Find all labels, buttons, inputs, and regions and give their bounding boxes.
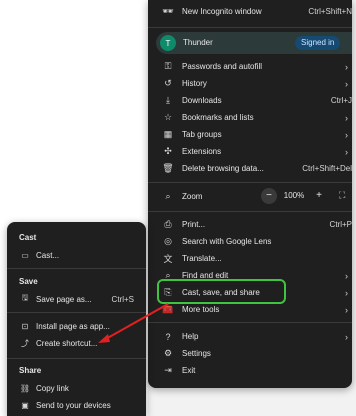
submenu-item-label: Save page as... — [36, 294, 92, 304]
menu-item-label: Translate... — [182, 254, 222, 263]
chevron-right-icon: › — [345, 78, 348, 89]
menu-item-delete-browsing-data[interactable]: 🗑 Delete browsing data... Ctrl+Shift+Del — [148, 160, 352, 177]
menu-item-label: Delete browsing data... — [182, 164, 264, 173]
section-header-cast: Cast — [19, 233, 37, 242]
menu-item-extensions[interactable]: ✣ Extensions › — [148, 143, 352, 160]
save-icon: 🖫 — [21, 293, 29, 302]
menu-item-label: History — [182, 79, 207, 88]
menu-item-label: Passwords and autofill — [182, 62, 263, 71]
link-icon: ⛓ — [19, 383, 31, 393]
submenu-item-save-page[interactable]: 🖫 Save page as... Ctrl+S — [7, 291, 146, 307]
submenu-item-label: Install page as app... — [36, 321, 110, 331]
exit-icon: ⇥ — [164, 365, 172, 375]
signed-in-badge: Signed in — [295, 36, 341, 50]
menu-item-exit[interactable]: ⇥ Exit — [148, 362, 352, 379]
submenu-divider — [7, 268, 146, 269]
section-header-share: Share — [19, 366, 42, 375]
submenu-item-label: Cast... — [36, 250, 60, 260]
history-icon: ↺ — [164, 78, 172, 88]
section-header-save: Save — [19, 277, 38, 286]
tools-icon: 🧰 — [162, 304, 174, 314]
menu-item-tab-groups[interactable]: ▦ Tab groups › — [148, 126, 352, 143]
menu-item-label: Downloads — [182, 96, 222, 105]
profile-name: Thunder — [183, 38, 213, 47]
translate-icon: 文 — [163, 254, 173, 264]
star-icon: ☆ — [163, 112, 173, 122]
menu-item-label: Bookmarks and lists — [182, 113, 254, 122]
submenu-item-label: Copy link — [36, 383, 69, 393]
menu-item-label: New Incognito window — [182, 7, 262, 16]
incognito-icon: 🕶 — [162, 6, 174, 16]
menu-item-bookmarks[interactable]: ☆ Bookmarks and lists › — [148, 109, 352, 126]
chevron-right-icon: › — [345, 331, 348, 342]
zoom-level: 100% — [283, 191, 305, 200]
chrome-main-menu: 🕶 New Incognito window Ctrl+Shift+N T Th… — [148, 0, 352, 388]
menu-item-help[interactable]: ? Help › — [148, 328, 352, 345]
menu-item-downloads[interactable]: ⤓ Downloads Ctrl+J — [148, 92, 352, 109]
shortcut-icon: ⤴ — [21, 338, 29, 348]
zoom-icon: ⌕ — [165, 191, 171, 201]
highlight-box — [157, 279, 286, 304]
chevron-right-icon: › — [345, 287, 348, 298]
submenu-item-shortcut: Ctrl+S — [111, 294, 134, 304]
menu-item-shortcut: Ctrl+P — [329, 220, 352, 229]
submenu-divider — [7, 358, 146, 359]
menu-item-shortcut: Ctrl+Shift+N — [308, 7, 352, 16]
menu-divider — [148, 27, 352, 28]
install-icon: ⊡ — [21, 321, 29, 331]
chevron-right-icon: › — [345, 129, 348, 140]
menu-item-print[interactable]: ⎙ Print... Ctrl+P — [148, 216, 352, 233]
menu-item-shortcut: Ctrl+Shift+Del — [302, 164, 352, 173]
fullscreen-icon[interactable]: ⛶ — [339, 190, 345, 201]
menu-divider — [148, 211, 352, 212]
download-icon: ⤓ — [166, 95, 170, 105]
submenu-divider — [7, 312, 146, 313]
chevron-right-icon: › — [345, 270, 348, 281]
submenu-item-create-shortcut[interactable]: ⤴ Create shortcut... — [7, 335, 146, 351]
printer-icon: ⎙ — [164, 219, 172, 229]
lens-icon: ◎ — [164, 236, 172, 246]
avatar: T — [160, 35, 176, 51]
submenu-item-send-to-devices[interactable]: ▣ Send to your devices — [7, 397, 146, 413]
help-icon: ? — [165, 331, 171, 342]
menu-item-label: Settings — [182, 349, 211, 358]
submenu-item-install-app[interactable]: ⊡ Install page as app... — [7, 318, 146, 334]
chevron-right-icon: › — [345, 112, 348, 123]
zoom-out-button[interactable]: − — [261, 188, 277, 204]
submenu-item-label: Send to your devices — [36, 400, 111, 410]
menu-item-label: Exit — [182, 366, 196, 375]
menu-item-label: Print... — [182, 220, 206, 229]
gear-icon: ⚙ — [163, 348, 173, 358]
chevron-right-icon: › — [345, 146, 348, 157]
menu-item-translate[interactable]: 文 Translate... — [148, 250, 352, 267]
menu-item-label: More tools — [182, 305, 220, 314]
menu-item-google-lens[interactable]: ◎ Search with Google Lens — [148, 233, 352, 250]
chevron-right-icon: › — [345, 61, 348, 72]
cast-save-share-submenu: Cast ▭ Cast... Save 🖫 Save page as... Ct… — [7, 222, 146, 416]
menu-item-label: Tab groups — [182, 130, 222, 139]
menu-item-label: Search with Google Lens — [182, 237, 272, 246]
menu-item-new-incognito[interactable]: 🕶 New Incognito window Ctrl+Shift+N — [148, 3, 352, 20]
zoom-label: Zoom — [182, 192, 203, 201]
menu-divider — [148, 322, 352, 323]
puzzle-icon: ✣ — [164, 146, 172, 156]
key-icon: ⚿ — [164, 61, 172, 71]
tab-groups-icon: ▦ — [163, 129, 173, 139]
cast-icon: ▭ — [21, 250, 29, 260]
zoom-in-button[interactable]: + — [311, 188, 327, 204]
submenu-item-cast[interactable]: ▭ Cast... — [7, 247, 146, 263]
trash-icon: 🗑 — [162, 163, 174, 173]
menu-item-settings[interactable]: ⚙ Settings — [148, 345, 352, 362]
profile-row[interactable]: T Thunder Signed in — [156, 32, 352, 54]
chevron-right-icon: › — [345, 304, 348, 315]
menu-item-label: Extensions — [182, 147, 222, 156]
devices-icon: ▣ — [21, 400, 29, 410]
submenu-item-label: Create shortcut... — [36, 338, 98, 348]
submenu-item-copy-link[interactable]: ⛓ Copy link — [7, 380, 146, 396]
menu-divider — [148, 182, 352, 183]
menu-item-passwords[interactable]: ⚿ Passwords and autofill › — [148, 58, 352, 75]
menu-item-history[interactable]: ↺ History › — [148, 75, 352, 92]
menu-item-label: Help — [182, 332, 199, 341]
menu-item-shortcut: Ctrl+J — [330, 96, 352, 105]
